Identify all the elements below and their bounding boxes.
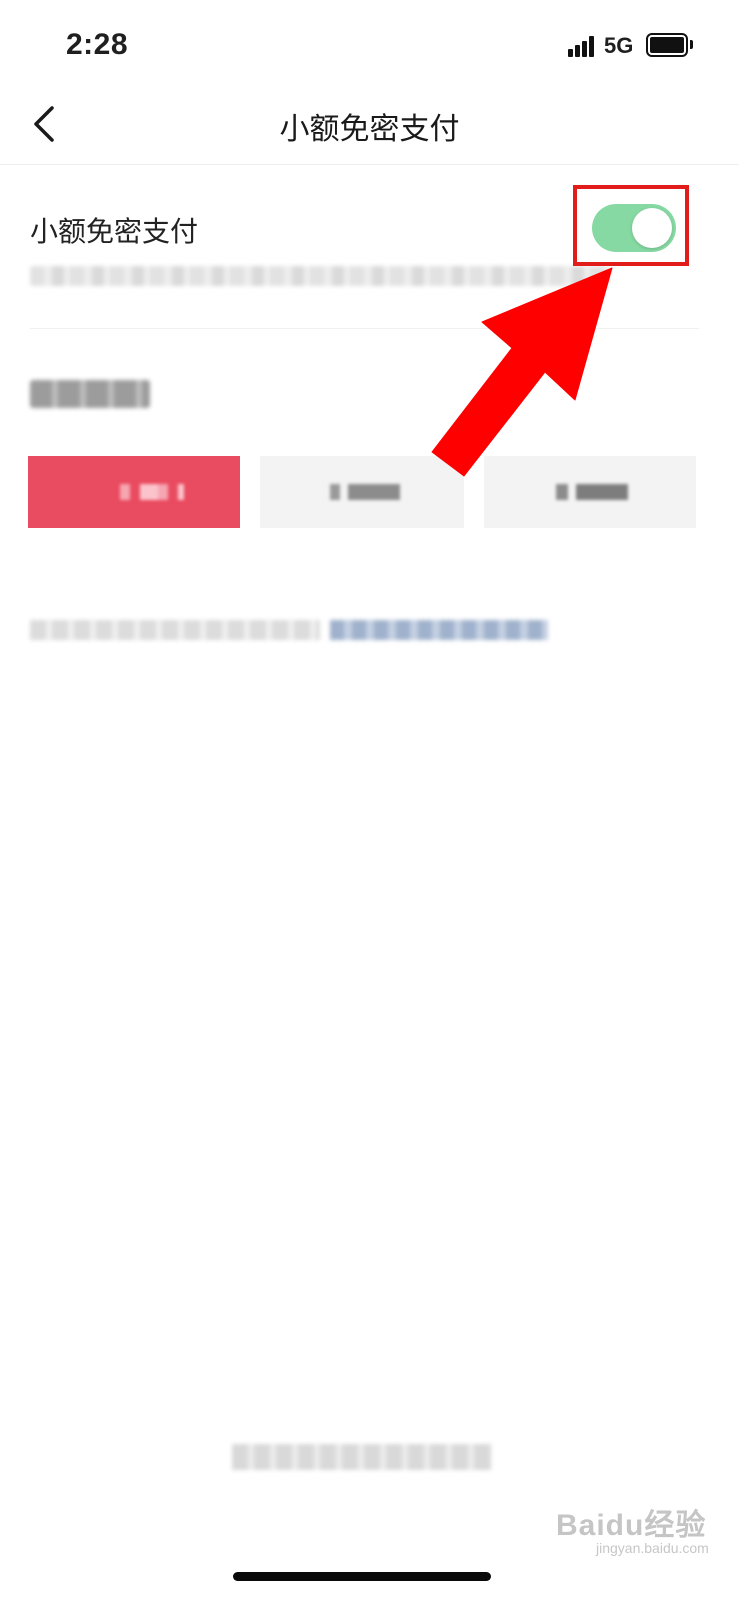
battery-cap: [690, 40, 693, 49]
signal-icon: [568, 35, 596, 57]
option-label-blurred: [120, 484, 184, 500]
agreement-text-blurred: [30, 620, 320, 640]
home-indicator: [233, 1572, 491, 1581]
watermark: Baidu经验: [556, 1509, 707, 1542]
watermark-sub: jingyan.baidu.com: [596, 1540, 709, 1556]
setting-label: 小额免密支付: [30, 215, 199, 248]
agreement-link-blurred[interactable]: [330, 620, 548, 640]
footer-text-blurred: [232, 1444, 492, 1470]
network-type: 5G: [604, 33, 634, 58]
annotation-arrow-icon: [431, 267, 613, 477]
option-label-blurred: [330, 484, 400, 500]
page-title: 小额免密支付: [279, 112, 460, 147]
highlight-box: [573, 185, 689, 266]
battery-icon: [646, 33, 688, 57]
section-heading-blurred: [30, 380, 150, 408]
status-bar: 2:28 5G: [0, 0, 739, 92]
status-time: 2:28: [66, 28, 129, 61]
nav-bar: 小额免密支付: [0, 92, 739, 165]
amount-option-1[interactable]: [28, 456, 240, 528]
